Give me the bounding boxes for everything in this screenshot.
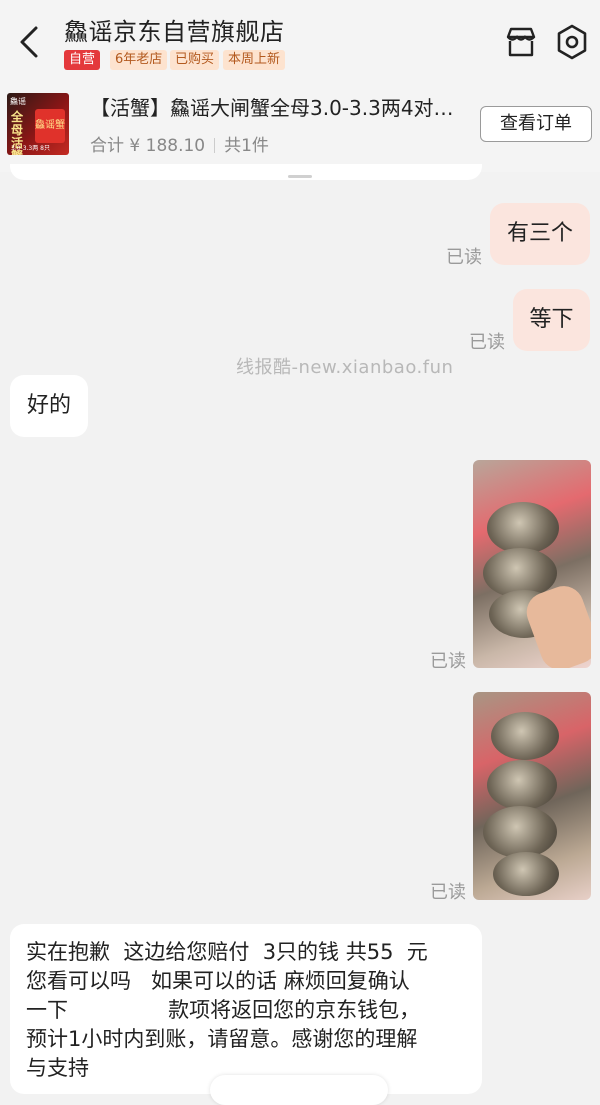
shop-icon [506,27,536,57]
view-order-button[interactable]: 查看订单 [480,106,592,142]
thumbnail-box: 鱻谣蟹 [35,109,65,143]
product-thumbnail[interactable]: 鱻谣 全母活蟹 鱻谣蟹 3.0-3.3两 8只 [7,93,69,155]
message-bubble-outgoing[interactable]: 等下 [513,289,590,351]
purchased-badge: 已购买 [170,50,220,70]
message-bubble-outgoing[interactable]: 有三个 [490,203,590,265]
watermark: 线报酷-new.xianbao.fun [236,357,454,378]
previous-message-edge [10,164,482,180]
message-bubble-incoming[interactable]: 好的 [10,375,88,437]
new-this-week-badge: 本周上新 [223,50,286,70]
read-status: 已读 [469,332,505,353]
read-status: 已读 [446,247,482,268]
order-card[interactable]: 鱻谣 全母活蟹 鱻谣蟹 3.0-3.3两 8只 【活蟹】鱻谣大闸蟹全母3.0-3… [0,88,600,168]
product-name[interactable]: 【活蟹】鱻谣大闸蟹全母3.0-3.3两4对… [90,92,480,121]
thumbnail-spec: 3.0-3.3两 8只 [11,145,50,152]
years-store-badge: 6年老店 [110,50,168,70]
thumbnail-brand: 鱻谣 [10,97,26,106]
order-total: 合计 ¥ 188.10 [90,136,206,156]
chat-header: 鱻谣京东自营旗舰店 自营 6年老店 已购买 本周上新 鱻谣 全母活蟹 鱻谣蟹 3… [0,0,600,172]
back-button[interactable] [14,24,48,60]
settings-icon [557,24,587,60]
crab-shape [493,852,559,896]
shop-button[interactable] [503,24,539,60]
settings-button[interactable] [553,22,591,62]
self-operated-badge: 自营 [64,50,101,70]
image-message[interactable] [473,692,591,900]
crab-shape [487,502,559,554]
order-summary: 合计 ¥ 188.10 共1件 [90,131,269,156]
back-icon [20,26,38,58]
scroll-to-latest-pill[interactable] [210,1075,388,1105]
store-name[interactable]: 鱻谣京东自营旗舰店 [64,12,285,47]
image-message[interactable] [473,460,591,668]
order-count: 共1件 [224,136,269,156]
collapse-handle[interactable] [288,175,312,178]
summary-divider [214,138,216,153]
read-status: 已读 [430,651,466,672]
crab-shape [491,712,559,760]
crab-shape [487,760,557,810]
message-bubble-incoming[interactable]: 实在抱歉 这边给您赔付 3只的钱 共55 元 您看可以吗 如果可以的话 麻烦回复… [10,924,482,1094]
crab-shape [483,806,557,858]
read-status: 已读 [430,882,466,903]
